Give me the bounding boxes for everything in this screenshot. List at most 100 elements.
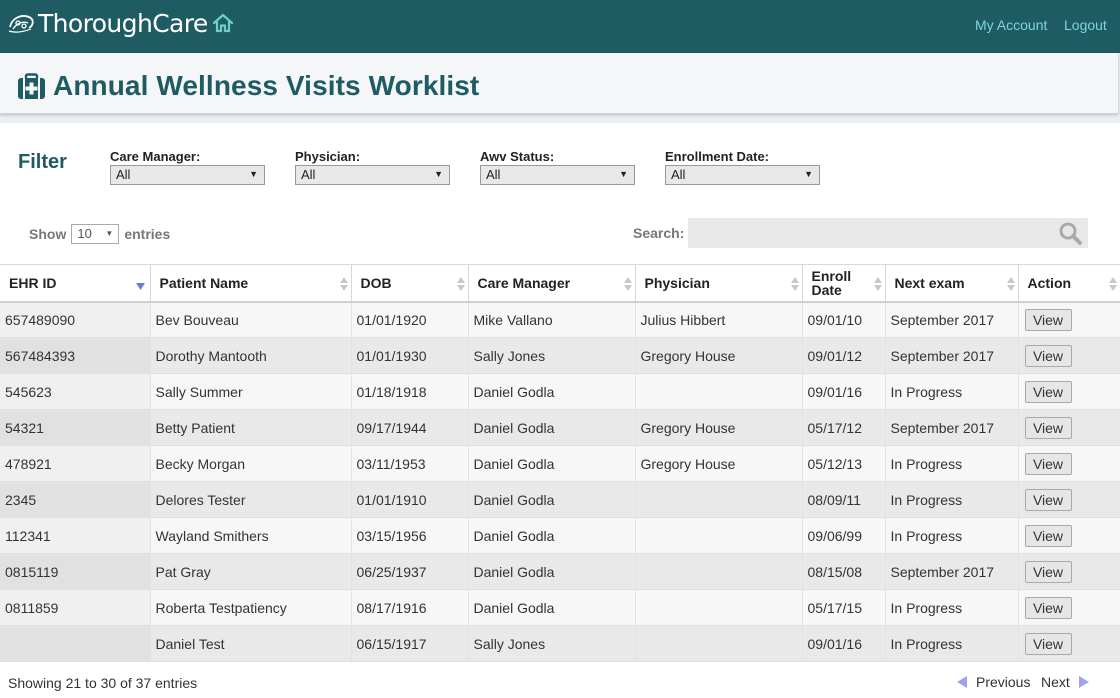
next-page-button[interactable]: Next xyxy=(1041,674,1089,690)
view-button[interactable]: View xyxy=(1024,560,1072,583)
view-button[interactable]: View xyxy=(1024,452,1072,475)
cell-next-exam: September 2017 xyxy=(885,301,1019,338)
worklist-table: EHR ID Patient Name DOB Care Manager Physici… xyxy=(0,264,1120,662)
physician-select-value: All xyxy=(301,167,316,182)
cell-dob: 03/15/1956 xyxy=(351,517,469,554)
cell-care-manager: Daniel Godla xyxy=(468,517,636,554)
search-input[interactable] xyxy=(688,218,1088,248)
cell-dob: 08/17/1916 xyxy=(351,589,469,626)
cell-action: View xyxy=(1018,481,1120,518)
cell-care-manager: Daniel Godla xyxy=(468,409,636,446)
logout-link[interactable]: Logout xyxy=(1064,17,1107,33)
cell-care-manager: Daniel Godla xyxy=(468,445,636,482)
cell-physician xyxy=(635,589,803,626)
triangle-left-icon xyxy=(957,676,967,688)
column-header-label: Next exam xyxy=(894,274,965,291)
enrollment-date-select[interactable]: All ▼ xyxy=(665,165,820,185)
column-header-enroll-date[interactable]: Enroll Date xyxy=(802,264,886,303)
cell-action: View xyxy=(1018,589,1120,626)
home-icon[interactable] xyxy=(211,11,235,35)
caret-down-icon: ▼ xyxy=(804,169,813,179)
view-button[interactable]: View xyxy=(1024,308,1072,331)
cell-physician xyxy=(635,373,803,410)
table-header-row: EHR ID Patient Name DOB Care Manager Physici… xyxy=(0,264,1120,303)
cell-enroll-date: 08/09/11 xyxy=(802,481,886,518)
brand-logo[interactable]: ThoroughCare xyxy=(7,6,208,40)
cell-ehr-id: 545623 xyxy=(0,373,151,410)
table-row: 567484393 Dorothy Mantooth 01/01/1930 Sally… xyxy=(0,337,1120,374)
table-body: 657489090 Bev Bouveau 01/01/1920 Mike Valla… xyxy=(0,301,1120,662)
cell-patient-name: Betty Patient xyxy=(150,409,352,446)
cell-ehr-id: 0815119 xyxy=(0,553,151,590)
cell-physician: Gregory House xyxy=(635,337,803,374)
awv-status-filter-label: Awv Status: xyxy=(480,149,555,164)
cell-patient-name: Dorothy Mantooth xyxy=(150,337,352,374)
column-header-care-manager[interactable]: Care Manager xyxy=(468,264,636,303)
medical-kit-icon xyxy=(18,73,45,99)
caret-down-icon: ▼ xyxy=(619,169,628,179)
column-header-label: Physician xyxy=(644,274,710,291)
cell-care-manager: Sally Jones xyxy=(468,625,636,662)
sort-icon xyxy=(456,277,465,291)
sort-descending-icon xyxy=(135,283,145,290)
sort-icon xyxy=(1006,277,1015,291)
my-account-link[interactable]: My Account xyxy=(975,17,1047,33)
search-icon[interactable] xyxy=(1058,221,1083,246)
view-button[interactable]: View xyxy=(1024,488,1072,511)
column-header-ehr-id[interactable]: EHR ID xyxy=(0,264,151,303)
cell-ehr-id: 657489090 xyxy=(0,301,151,338)
cell-patient-name: Pat Gray xyxy=(150,553,352,590)
page-length-control: Show 10 ▼ entries xyxy=(29,224,170,244)
cell-physician xyxy=(635,517,803,554)
cell-enroll-date: 09/01/16 xyxy=(802,625,886,662)
table-row: 545623 Sally Summer 01/18/1918 Daniel Godla… xyxy=(0,373,1120,410)
view-button[interactable]: View xyxy=(1024,524,1072,547)
cell-dob: 06/25/1937 xyxy=(351,553,469,590)
table-row: Daniel Test 06/15/1917 Sally Jones 09/01/16… xyxy=(0,625,1120,662)
cell-ehr-id: 478921 xyxy=(0,445,151,482)
cell-enroll-date: 09/01/10 xyxy=(802,301,886,338)
cell-physician xyxy=(635,481,803,518)
care-manager-select-value: All xyxy=(116,167,131,182)
caret-down-icon: ▼ xyxy=(434,169,443,179)
cell-ehr-id: 112341 xyxy=(0,517,151,554)
previous-label: Previous xyxy=(976,674,1031,690)
cell-patient-name: Delores Tester xyxy=(150,481,352,518)
care-manager-filter-label: Care Manager: xyxy=(110,149,201,164)
view-button[interactable]: View xyxy=(1024,632,1072,655)
view-button[interactable]: View xyxy=(1024,596,1072,619)
care-manager-select[interactable]: All ▼ xyxy=(110,165,265,185)
table-info: Showing 21 to 30 of 37 entries xyxy=(8,675,198,691)
cell-next-exam: In Progress xyxy=(885,625,1019,662)
caret-down-icon: ▼ xyxy=(105,229,114,238)
brand-name: ThoroughCare xyxy=(38,8,208,38)
entries-label: entries xyxy=(124,226,171,242)
page-length-select[interactable]: 10 ▼ xyxy=(71,224,120,244)
cell-action: View xyxy=(1018,517,1120,554)
awv-status-select[interactable]: All ▼ xyxy=(480,165,635,185)
column-header-action[interactable]: Action xyxy=(1018,264,1120,303)
view-button[interactable]: View xyxy=(1024,416,1072,439)
previous-page-button[interactable]: Previous xyxy=(957,674,1030,690)
column-header-physician[interactable]: Physician xyxy=(635,264,803,303)
sort-icon xyxy=(790,277,799,291)
view-button[interactable]: View xyxy=(1024,380,1072,403)
table-row: 478921 Becky Morgan 03/11/1953 Daniel Godla… xyxy=(0,445,1120,482)
column-header-patient-name[interactable]: Patient Name xyxy=(150,264,352,303)
cell-action: View xyxy=(1018,301,1120,338)
cell-dob: 01/01/1920 xyxy=(351,301,469,338)
cell-enroll-date: 09/01/12 xyxy=(802,337,886,374)
enrollment-date-filter-label: Enrollment Date: xyxy=(665,149,770,164)
cell-dob: 01/01/1910 xyxy=(351,481,469,518)
column-header-dob[interactable]: DOB xyxy=(351,264,469,303)
cell-care-manager: Daniel Godla xyxy=(468,373,636,410)
physician-filter-label: Physician: xyxy=(295,149,361,164)
caret-down-icon: ▼ xyxy=(249,169,258,179)
view-button[interactable]: View xyxy=(1024,344,1072,367)
cell-physician xyxy=(635,625,803,662)
cell-physician: Gregory House xyxy=(635,409,803,446)
cell-next-exam: September 2017 xyxy=(885,337,1019,374)
column-header-label: EHR ID xyxy=(9,274,57,291)
column-header-next-exam[interactable]: Next exam xyxy=(885,264,1019,303)
physician-select[interactable]: All ▼ xyxy=(295,165,450,185)
